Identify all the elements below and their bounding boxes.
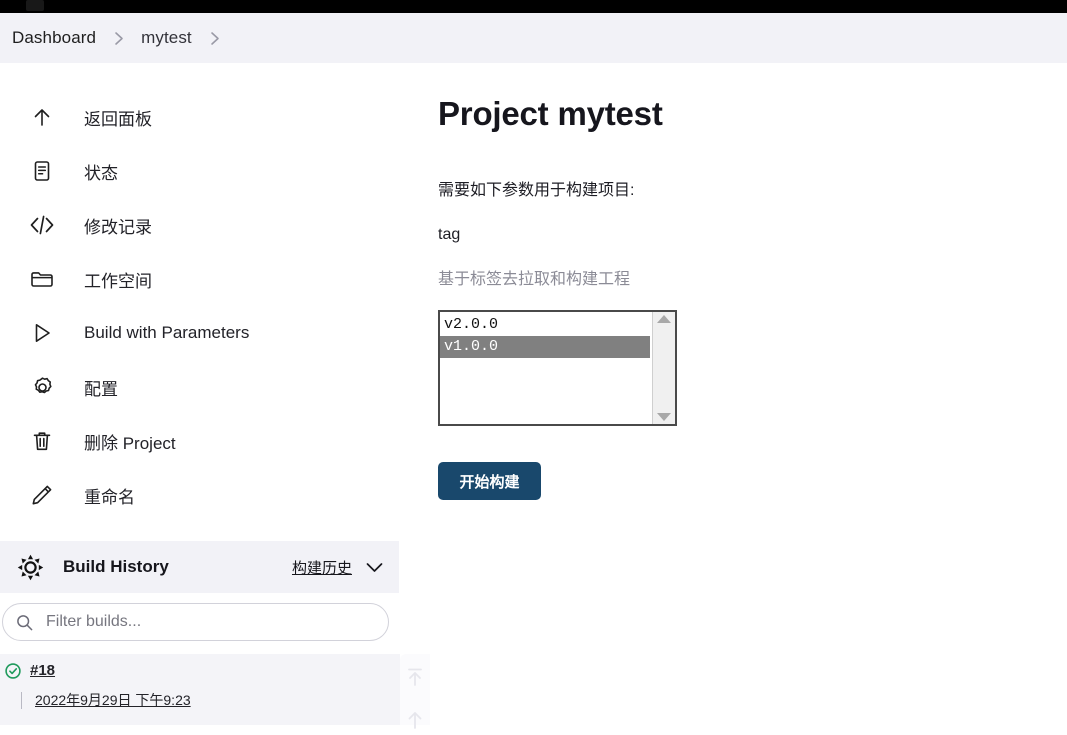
- arrow-up-icon: [26, 101, 58, 133]
- sidebar-item-delete-project[interactable]: 删除 Project: [0, 414, 400, 468]
- sidebar-item-label: 返回面板: [84, 109, 152, 129]
- play-icon: [26, 317, 58, 349]
- build-date-link[interactable]: 2022年9月29日 下午9:23: [35, 690, 191, 710]
- breadcrumb-item-dashboard[interactable]: Dashboard: [12, 28, 96, 48]
- sidebar-item-label: 状态: [84, 163, 118, 183]
- triangle-down-icon[interactable]: [657, 413, 671, 421]
- sidebar-item-label: 配置: [84, 379, 118, 399]
- tag-option-list: v2.0.0 v1.0.0: [440, 314, 650, 358]
- gear-icon: [26, 371, 58, 403]
- start-build-button[interactable]: 开始构建: [438, 462, 541, 500]
- breadcrumb: Dashboard mytest: [0, 13, 1067, 63]
- sidebar-nav-list: 返回面板 状态 修改记录 工作空间 Build with Parameters: [0, 63, 400, 522]
- sidebar-item-label: 工作空间: [84, 271, 152, 291]
- sidebar-item-back-to-dashboard[interactable]: 返回面板: [0, 90, 400, 144]
- main-content: Project mytest 需要如下参数用于构建项目: tag 基于标签去拉取…: [438, 63, 1067, 725]
- chevron-down-icon[interactable]: [366, 562, 383, 573]
- list-item[interactable]: #18 2022年9月29日 下午9:23: [0, 662, 400, 710]
- filter-builds-input[interactable]: [44, 612, 354, 632]
- build-history-link[interactable]: 构建历史: [292, 557, 352, 578]
- search-icon: [16, 614, 33, 631]
- build-item-header: #18: [0, 662, 400, 679]
- parameters-intro-text: 需要如下参数用于构建项目:: [438, 182, 635, 199]
- sidebar-item-label: 删除 Project: [84, 433, 176, 453]
- sidebar-item-label: 修改记录: [84, 217, 152, 237]
- top-app-bar: [0, 0, 1067, 13]
- page-title: Project mytest: [438, 95, 663, 132]
- code-icon: [26, 209, 58, 241]
- sidebar-item-build-with-parameters[interactable]: Build with Parameters: [0, 306, 400, 360]
- tag-select-listbox[interactable]: v2.0.0 v1.0.0: [438, 310, 677, 426]
- build-history-title: Build History: [63, 557, 169, 576]
- pencil-icon: [26, 479, 58, 511]
- arrow-up-to-line-icon[interactable]: [406, 667, 424, 692]
- build-timeline-tick: [21, 691, 22, 709]
- trash-icon: [26, 425, 58, 457]
- sidebar-item-status[interactable]: 状态: [0, 144, 400, 198]
- sidebar-item-label: 重命名: [84, 487, 135, 507]
- breadcrumb-item-mytest[interactable]: mytest: [141, 28, 192, 48]
- sidebar-item-label: Build with Parameters: [84, 323, 250, 342]
- filter-builds-box[interactable]: [2, 603, 389, 641]
- sidebar-item-configure[interactable]: 配置: [0, 360, 400, 414]
- document-icon: [26, 155, 58, 187]
- tag-option-selected[interactable]: v1.0.0: [440, 336, 650, 358]
- sidebar-item-changes[interactable]: 修改记录: [0, 198, 400, 252]
- jenkins-logo-icon[interactable]: [26, 0, 44, 11]
- triangle-up-icon[interactable]: [657, 315, 671, 323]
- listbox-scrollbar[interactable]: [652, 312, 675, 424]
- sidebar-item-rename[interactable]: 重命名: [0, 468, 400, 522]
- build-number-link[interactable]: #18: [30, 662, 55, 679]
- scroll-arrows-panel: [400, 654, 430, 729]
- build-history-icon: [15, 552, 45, 582]
- parameter-description: 基于标签去拉取和构建工程: [438, 271, 631, 288]
- build-history-header: Build History 构建历史: [0, 541, 399, 593]
- filter-builds-wrapper: [2, 603, 389, 641]
- tag-option[interactable]: v2.0.0: [440, 314, 650, 336]
- chevron-right-icon: [114, 31, 125, 46]
- build-item-meta: 2022年9月29日 下午9:23: [0, 690, 400, 710]
- parameter-name-label: tag: [438, 226, 461, 243]
- sidebar-item-workspace[interactable]: 工作空间: [0, 252, 400, 306]
- arrow-up-icon[interactable]: [406, 710, 424, 735]
- build-list: #18 2022年9月29日 下午9:23: [0, 654, 400, 725]
- success-check-icon: [5, 662, 21, 679]
- folder-icon: [26, 263, 58, 295]
- chevron-right-icon-2[interactable]: [210, 31, 221, 46]
